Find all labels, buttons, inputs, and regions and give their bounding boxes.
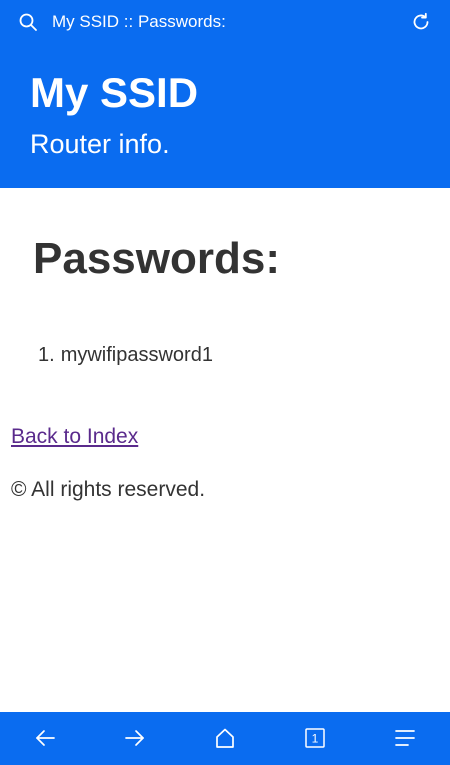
site-subtitle: Router info. [30, 129, 170, 159]
list-item: 1. mywifipassword1 [38, 342, 213, 368]
page-title-bar-text[interactable]: My SSID :: Passwords: [52, 12, 226, 32]
password-value: mywifipassword1 [60, 344, 213, 366]
tabs-icon[interactable]: 1 [302, 725, 328, 751]
site-header: My SSID Router info. [0, 44, 450, 188]
site-title: My SSID [30, 69, 199, 116]
password-list: 1. mywifipassword1 [38, 342, 213, 368]
back-arrow-icon[interactable] [32, 725, 58, 751]
browser-window: My SSID :: Passwords: My SSID Router inf… [0, 0, 450, 765]
main-content: Passwords: 1. mywifipassword1 Back to Ind… [0, 188, 450, 712]
page-heading: Passwords: [33, 234, 280, 283]
refresh-icon[interactable] [410, 11, 432, 33]
browser-bottom-nav: 1 [0, 712, 450, 765]
search-icon[interactable] [18, 12, 38, 32]
tab-count: 1 [312, 732, 319, 746]
browser-top-bar: My SSID :: Passwords: [0, 0, 450, 44]
home-icon[interactable] [212, 725, 238, 751]
menu-icon[interactable] [392, 725, 418, 751]
list-item-number: 1. [38, 344, 55, 366]
back-to-index-link[interactable]: Back to Index [11, 424, 138, 450]
copyright-footer: © All rights reserved. [11, 478, 206, 501]
forward-arrow-icon[interactable] [122, 725, 148, 751]
